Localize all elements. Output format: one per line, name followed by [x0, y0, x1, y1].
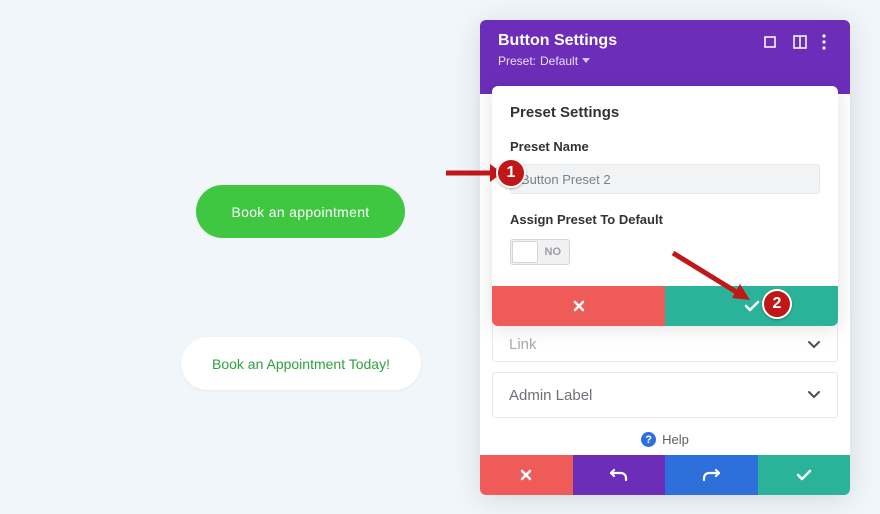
close-icon: [572, 299, 586, 313]
footer-undo-button[interactable]: [573, 455, 666, 495]
preview-button-primary-label: Book an appointment: [231, 204, 369, 220]
preset-name-input[interactable]: Button Preset 2: [510, 164, 820, 194]
annotation-badge-2: 2: [762, 289, 792, 319]
preset-name: Default: [540, 54, 578, 68]
expand-icon[interactable]: [762, 34, 778, 50]
annotation-badge-1-text: 1: [507, 164, 516, 182]
preset-name-label: Preset Name: [492, 131, 838, 160]
annotation-arrow-2: [668, 248, 758, 308]
toggle-value: NO: [545, 246, 562, 258]
accordion-admin-label-text: Admin Label: [509, 387, 592, 404]
toggle-knob: [512, 241, 538, 263]
annotation-badge-1: 1: [496, 158, 526, 188]
preset-dropdown[interactable]: Preset: Default: [498, 54, 832, 68]
preset-cancel-button[interactable]: [492, 286, 665, 326]
check-icon: [796, 468, 812, 482]
preset-sub-title: Preset Settings: [492, 86, 838, 131]
annotation-badge-2-text: 2: [773, 295, 782, 313]
chevron-down-icon: [807, 390, 821, 400]
assign-default-label: Assign Preset To Default: [492, 198, 838, 233]
footer-redo-button[interactable]: [665, 455, 758, 495]
footer-save-button[interactable]: [758, 455, 851, 495]
annotation-arrow-1: [446, 158, 502, 188]
help-icon: ?: [641, 432, 656, 447]
preview-button-secondary-label: Book an Appointment Today!: [212, 356, 390, 372]
footer-action-bar: [480, 455, 850, 495]
preview-button-primary[interactable]: Book an appointment: [196, 185, 405, 238]
undo-icon: [610, 467, 628, 483]
preset-sub-panel: Preset Settings Preset Name Button Prese…: [492, 86, 838, 326]
help-link[interactable]: ? Help: [480, 432, 850, 455]
preview-button-secondary[interactable]: Book an Appointment Today!: [181, 337, 421, 390]
settings-panel: Button Settings Preset: Default Preset S…: [480, 20, 850, 495]
panel-header: Button Settings Preset: Default: [480, 20, 850, 76]
accordion-link-label: Link: [509, 336, 537, 353]
preset-name-value: Button Preset 2: [521, 172, 611, 187]
accordion-list: Link Admin Label: [480, 316, 850, 418]
help-label: Help: [662, 432, 689, 447]
assign-default-toggle[interactable]: NO: [510, 239, 570, 265]
preset-prefix: Preset:: [498, 54, 536, 68]
chevron-down-icon: [807, 340, 821, 350]
accordion-admin-label[interactable]: Admin Label: [492, 372, 838, 418]
caret-down-icon: [582, 58, 590, 64]
footer-cancel-button[interactable]: [480, 455, 573, 495]
close-icon: [519, 468, 533, 482]
kebab-menu-icon[interactable]: [822, 34, 838, 50]
redo-icon: [702, 467, 720, 483]
header-icon-group: [762, 34, 838, 50]
snap-icon[interactable]: [792, 34, 808, 50]
